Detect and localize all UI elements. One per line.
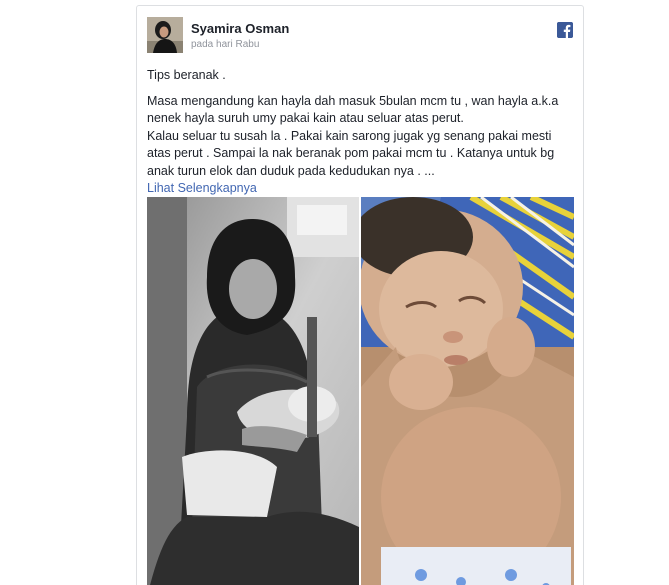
post-paragraph: Masa mengandung kan hayla dah masuk 5bul…: [147, 93, 559, 126]
see-more-link[interactable]: Lihat Selengkapnya: [147, 181, 257, 195]
author-avatar[interactable]: [147, 17, 183, 53]
post-photo-mother[interactable]: [147, 197, 359, 585]
facebook-icon[interactable]: [557, 22, 573, 38]
post-photo-baby[interactable]: [361, 197, 574, 585]
post-card: Syamira Osman pada hari Rabu Tips berana…: [136, 5, 584, 585]
post-timestamp[interactable]: pada hari Rabu: [191, 39, 259, 50]
page: Syamira Osman pada hari Rabu Tips berana…: [0, 0, 669, 585]
post-paragraph: Tips beranak .: [147, 68, 226, 82]
post-body: Tips beranak . Masa mengandung kan hayla…: [147, 67, 575, 198]
post-header: Syamira Osman pada hari Rabu: [147, 17, 575, 55]
post-paragraph: Kalau seluar tu susah la . Pakai kain sa…: [147, 128, 555, 178]
author-name[interactable]: Syamira Osman: [191, 21, 289, 36]
